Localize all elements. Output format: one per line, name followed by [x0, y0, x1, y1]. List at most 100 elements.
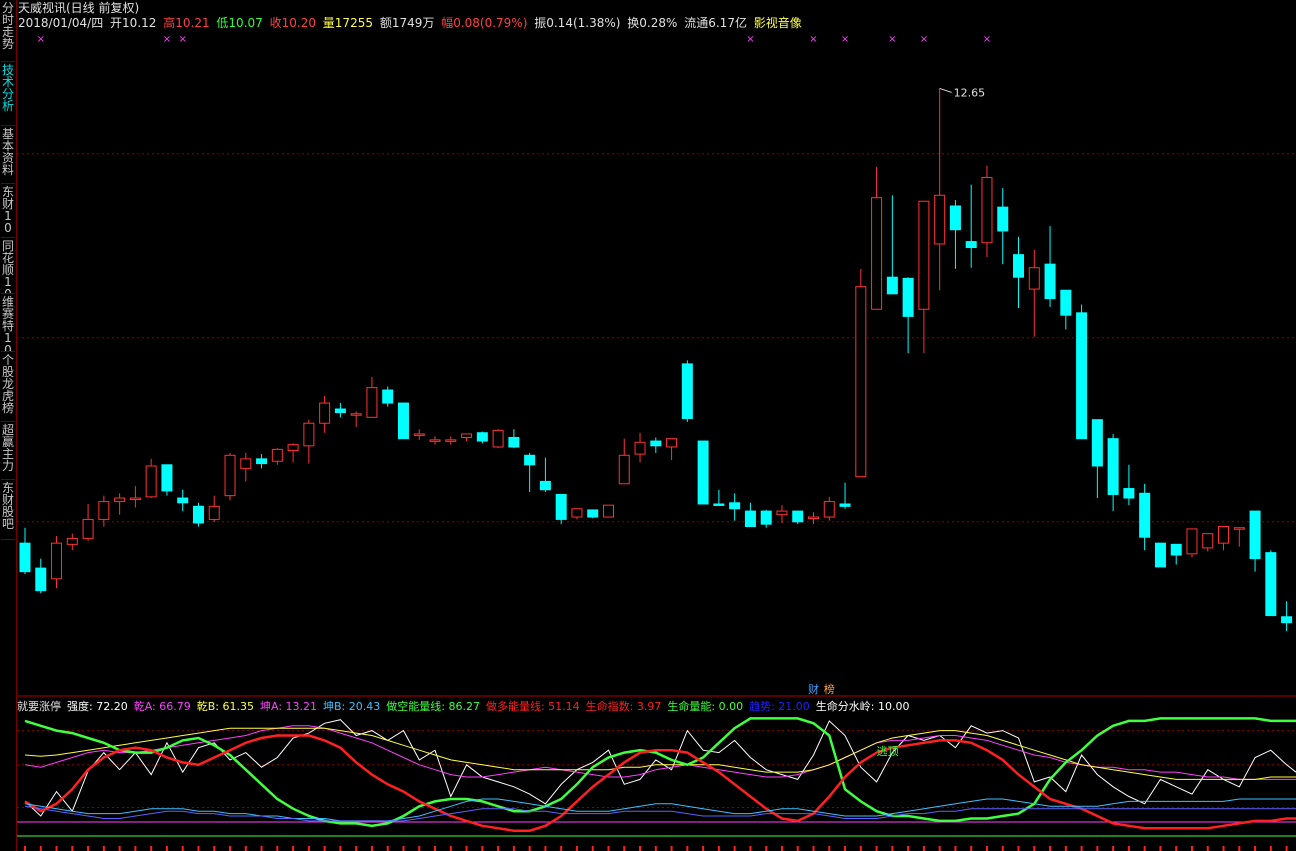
indicator-line-cyan — [24, 798, 1296, 822]
candle-body — [382, 389, 394, 404]
candle-body — [902, 277, 914, 317]
x-marker: × — [888, 34, 896, 45]
candle-body — [208, 505, 220, 520]
candle-body — [1091, 419, 1103, 467]
candle-body — [476, 432, 488, 442]
candle-body — [66, 537, 78, 545]
candle-body — [366, 387, 378, 418]
candle-body — [934, 194, 946, 245]
indicator-line-red — [24, 734, 1296, 832]
candle-body — [555, 493, 567, 520]
candle-body — [319, 402, 331, 424]
candle-body — [1013, 254, 1025, 278]
candle-body — [965, 241, 977, 249]
candle-body — [161, 464, 173, 492]
candle-body — [792, 510, 804, 523]
candle-body — [98, 501, 110, 520]
candle-body — [539, 480, 551, 491]
candle-body — [1202, 533, 1214, 549]
candle-body — [571, 508, 583, 518]
candle-body — [602, 504, 614, 518]
candle-body — [51, 542, 63, 580]
candle-body — [397, 402, 409, 440]
candle-body — [760, 510, 772, 525]
candle-body — [871, 197, 883, 310]
candle-body — [1154, 542, 1166, 568]
candle-body — [1218, 526, 1230, 544]
x-marker: × — [920, 34, 928, 45]
candle-body — [634, 441, 646, 455]
candle-body — [334, 408, 346, 414]
x-marker: × — [37, 34, 45, 45]
candle-body — [177, 497, 189, 504]
x-marker: × — [163, 34, 171, 45]
candle-body — [19, 542, 31, 573]
footer-badge-0: 财 — [808, 682, 819, 696]
max-label-pointer — [939, 87, 952, 93]
candle-body — [1249, 510, 1261, 560]
candle-body — [697, 440, 709, 505]
candle-body — [429, 439, 441, 442]
candle-body — [666, 438, 678, 448]
escape-top-label: 逃顶 — [877, 745, 899, 758]
candle-body — [744, 510, 756, 528]
candle-body — [271, 448, 283, 462]
max-price-label: 12.65 — [954, 86, 986, 99]
candle-body — [839, 503, 851, 507]
x-marker: × — [809, 34, 817, 45]
candle-body — [618, 454, 630, 485]
candle-body — [350, 413, 362, 416]
candle-body — [129, 497, 141, 501]
candle-body — [114, 497, 126, 503]
candle-body — [192, 505, 204, 524]
candle-body — [524, 454, 536, 466]
candle-body — [918, 200, 930, 310]
chart-canvas[interactable]: × × × × × × × × × 12.65 财 榜逃顶 — [0, 0, 1296, 851]
candle-body — [445, 439, 457, 442]
candle-body — [823, 501, 835, 518]
candle-body — [1107, 438, 1119, 495]
candle-body — [256, 458, 268, 465]
candle-body — [587, 509, 599, 518]
indicator-line-green — [24, 717, 1296, 828]
candle-body — [1186, 528, 1198, 555]
candle-body — [35, 567, 47, 592]
candle-body — [492, 429, 504, 448]
candle-body — [82, 518, 94, 539]
candle-body — [855, 286, 867, 478]
candle-body — [240, 458, 252, 469]
candle-body — [1281, 616, 1293, 624]
x-marker: × — [179, 34, 187, 45]
candle-body — [461, 433, 473, 438]
candle-body — [224, 454, 236, 497]
candle-body — [776, 510, 788, 516]
candle-body — [886, 276, 898, 295]
candle-body — [713, 503, 725, 506]
candle-body — [1028, 267, 1040, 290]
x-marker: × — [983, 34, 991, 45]
candle-body — [1139, 492, 1151, 538]
candle-body — [1044, 263, 1056, 300]
footer-badge-1: 榜 — [824, 682, 835, 696]
x-marker: × — [746, 34, 754, 45]
candle-body — [997, 206, 1009, 232]
candle-body — [650, 440, 662, 447]
candle-body — [681, 363, 693, 419]
candle-body — [508, 436, 520, 448]
candle-body — [303, 422, 315, 447]
candle-body — [729, 502, 741, 510]
candle-body — [1060, 289, 1072, 316]
candle-body — [1123, 488, 1135, 499]
candle-body — [287, 444, 299, 452]
candle-body — [1233, 527, 1245, 530]
candle-body — [949, 205, 961, 231]
candle-body — [1265, 552, 1277, 617]
candle-body — [1170, 543, 1182, 556]
candle-body — [981, 176, 993, 244]
candle-body — [808, 516, 819, 520]
candle-body — [413, 433, 425, 436]
indicator-line-magenta — [24, 725, 1296, 780]
candle-body — [145, 465, 157, 498]
x-marker: × — [841, 34, 849, 45]
indicator-line-white — [24, 719, 1296, 817]
